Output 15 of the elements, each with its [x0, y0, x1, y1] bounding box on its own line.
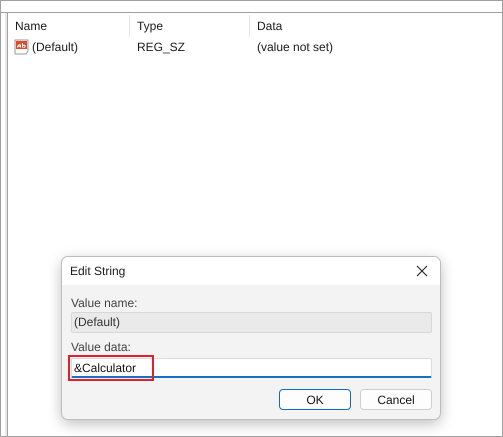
column-header[interactable]: Type	[130, 15, 250, 37]
field-label: Value data:	[71, 340, 132, 356]
table-cell-text: REG_SZ	[136, 40, 186, 54]
close-icon[interactable]	[416, 265, 428, 277]
table-cell-text: (value not set)	[256, 40, 334, 54]
value-data-field[interactable]: &Calculator	[71, 358, 432, 378]
dialog-button[interactable]: OK	[279, 389, 351, 410]
field-label: Value name:	[71, 296, 138, 312]
dialog-button[interactable]: Cancel	[360, 389, 432, 410]
dialog-title: Edit String	[70, 264, 126, 278]
string-value-icon	[14, 39, 30, 55]
value-name-field: (Default)	[71, 312, 432, 333]
table-cell: (Default)	[32, 40, 78, 54]
column-header[interactable]: Name	[8, 15, 130, 37]
column-header[interactable]: Data	[250, 15, 450, 37]
